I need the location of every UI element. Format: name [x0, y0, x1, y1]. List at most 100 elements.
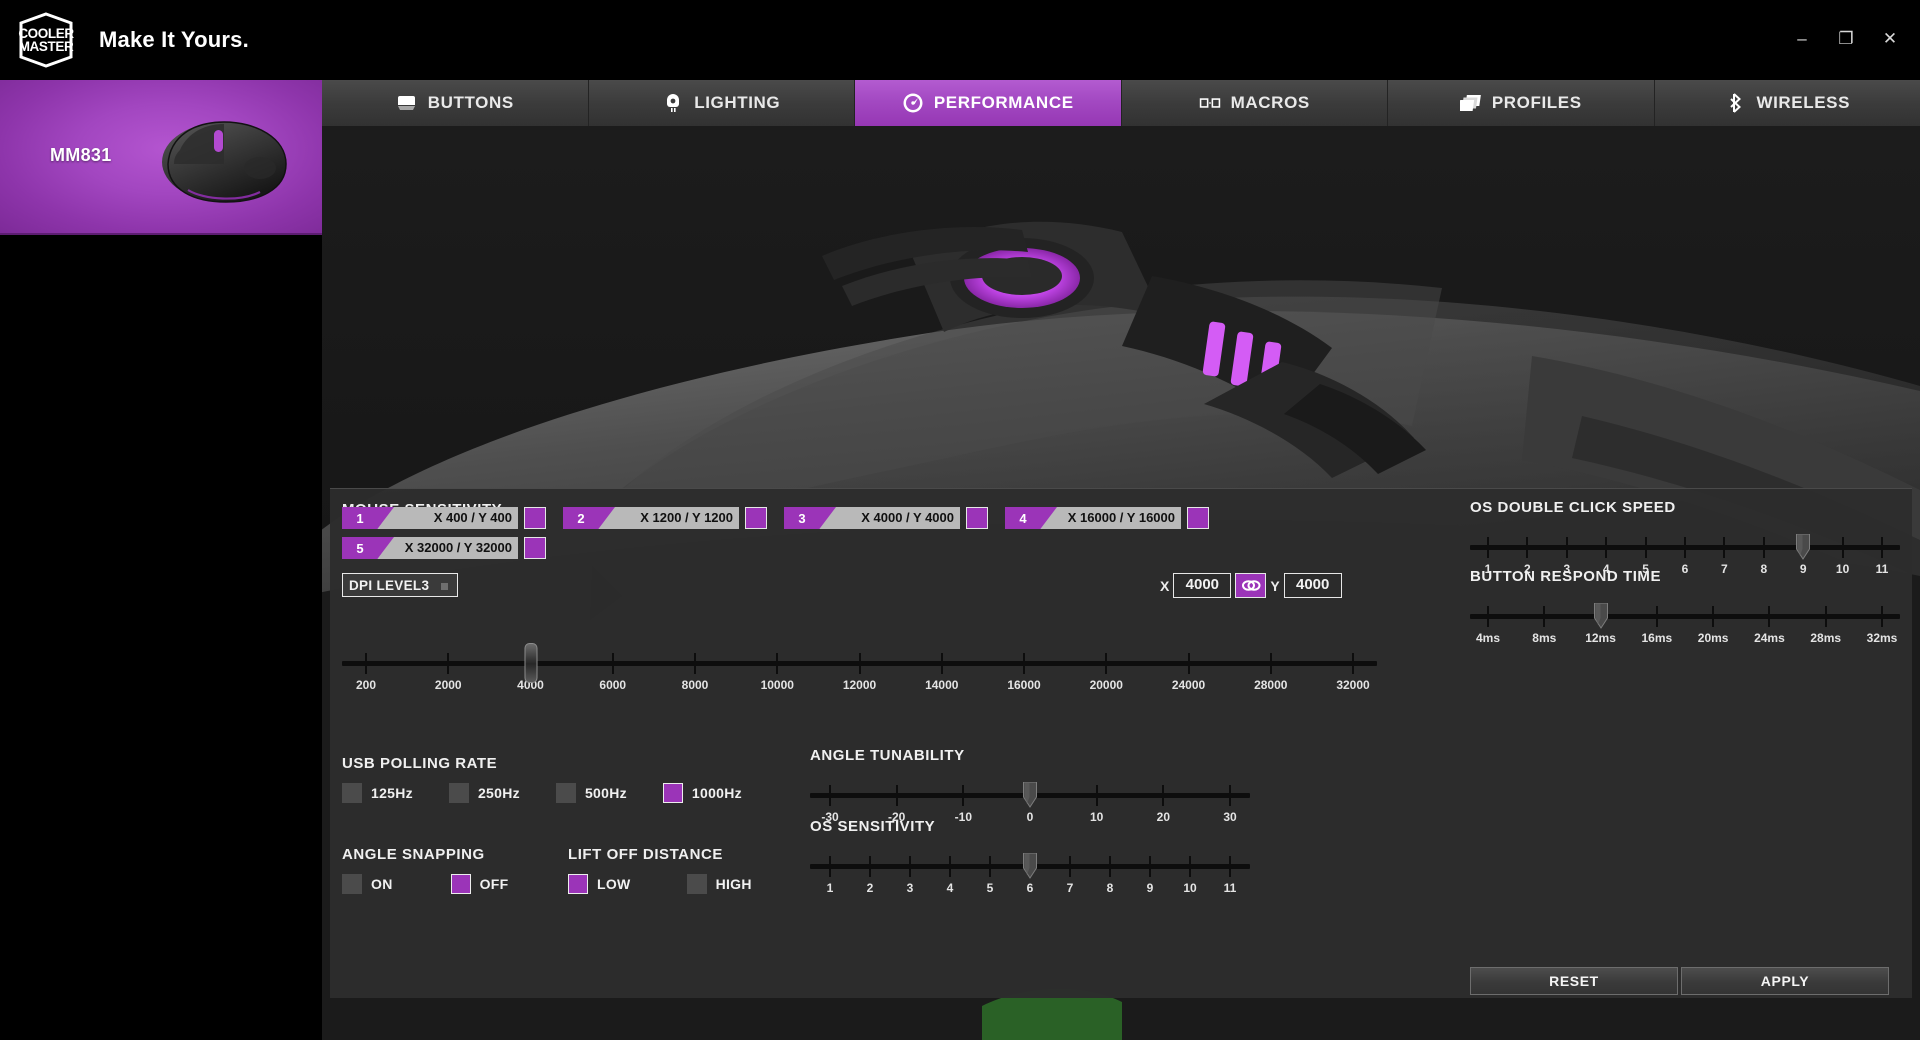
dpi-level-3-color-swatch[interactable] [966, 507, 988, 529]
dpi-slider-tick [1352, 653, 1354, 674]
performance-settings-panel: MOUSE SENSITIVITY 1 X 400 / Y 400 [330, 488, 1912, 998]
tab-buttons[interactable]: BUTTONS [322, 80, 589, 126]
apply-button[interactable]: APPLY [1681, 967, 1889, 995]
ossens-slider-tick-label: 8 [1107, 881, 1114, 895]
polling-rate-1000hz[interactable]: 1000Hz [663, 783, 742, 803]
polling-rate-250hz[interactable]: 250Hz [449, 783, 520, 803]
dpi-level-5-value: X 32000 / Y 32000 [405, 537, 512, 559]
brt-slider-thumb[interactable] [1593, 603, 1608, 629]
angle-snapping-on-checkbox[interactable] [342, 874, 362, 894]
dpi-level-5[interactable]: 5 X 32000 / Y 32000 [342, 537, 546, 559]
brt-slider-tick [1768, 606, 1770, 627]
y-dpi-input[interactable]: 4000 [1284, 573, 1342, 598]
speedometer-icon [902, 92, 924, 114]
dbl-slider-tick [1526, 537, 1528, 558]
dpi-slider[interactable]: 2002000400060008000100001200014000160002… [342, 639, 1377, 695]
dpi-level-1-color-swatch[interactable] [524, 507, 546, 529]
polling-rate-125hz-checkbox[interactable] [342, 783, 362, 803]
lift-off-high[interactable]: HIGH [687, 874, 752, 894]
angle-snapping-off-checkbox[interactable] [451, 874, 471, 894]
ossens-slider-thumb[interactable] [1023, 853, 1038, 879]
dpi-level-dropdown[interactable]: DPI LEVEL3 [342, 573, 458, 597]
dbl-slider-tick [1842, 537, 1844, 558]
dpi-slider-tick [365, 653, 367, 674]
sidebar-item-mm831[interactable]: MM831 [0, 80, 322, 235]
dbl-slider-tick [1645, 537, 1647, 558]
angle-slider-thumb[interactable] [1023, 782, 1038, 808]
brt-slider-tick [1881, 606, 1883, 627]
y-dpi-label: Y [1270, 578, 1279, 594]
dpi-level-5-color-swatch[interactable] [524, 537, 546, 559]
os-sensitivity-slider[interactable]: 1234567891011 [810, 842, 1250, 890]
lift-off-high-checkbox[interactable] [687, 874, 707, 894]
ossens-slider-tick [909, 856, 911, 877]
dpi-slider-tick-label: 2000 [435, 678, 462, 692]
tab-lighting[interactable]: LIGHTING [589, 80, 856, 126]
dpi-slider-tick-label: 20000 [1090, 678, 1123, 692]
dbl-slider-thumb[interactable] [1796, 534, 1811, 560]
dpi-slider-thumb[interactable] [524, 643, 537, 683]
sidebar: MM831 [0, 80, 322, 1040]
brt-slider-tick-label: 12ms [1585, 631, 1616, 645]
polling-rate-500hz-checkbox[interactable] [556, 783, 576, 803]
dpi-slider-tick-label: 28000 [1254, 678, 1287, 692]
reset-button[interactable]: RESET [1470, 967, 1678, 995]
dbl-slider-tick [1605, 537, 1607, 558]
ossens-slider-tick [989, 856, 991, 877]
brt-slider-track[interactable] [1470, 614, 1900, 619]
ossens-slider-tick-label: 11 [1224, 881, 1237, 895]
angle-slider-tick-label: 10 [1090, 810, 1103, 824]
dbl-slider-tick [1487, 537, 1489, 558]
dbl-slider-tick [1723, 537, 1725, 558]
dpi-level-4-color-swatch[interactable] [1187, 507, 1209, 529]
angle-tunability-slider[interactable]: -30-20-100102030 [810, 771, 1250, 819]
lift-off-low[interactable]: LOW [568, 874, 631, 894]
dpi-slider-tick-label: 16000 [1007, 678, 1040, 692]
ossens-slider-tick-label: 1 [827, 881, 834, 895]
angle-snapping-on[interactable]: ON [342, 874, 393, 894]
polling-rate-250hz-checkbox[interactable] [449, 783, 469, 803]
dpi-level-5-bar[interactable]: 5 X 32000 / Y 32000 [342, 537, 518, 559]
ossens-slider-tick-label: 7 [1067, 881, 1074, 895]
minimize-button[interactable]: – [1780, 22, 1824, 56]
os-double-click-speed-slider[interactable]: 1234567891011 [1470, 523, 1900, 571]
angle-slider-tick [1229, 785, 1231, 806]
polling-rate-125hz[interactable]: 125Hz [342, 783, 413, 803]
close-button[interactable]: ✕ [1868, 22, 1912, 56]
button-respond-time-slider[interactable]: 4ms8ms12ms16ms20ms24ms28ms32ms [1470, 592, 1900, 640]
dpi-slider-tick-label: 200 [356, 678, 376, 692]
polling-rate-500hz[interactable]: 500Hz [556, 783, 627, 803]
dpi-level-4-bar[interactable]: 4 X 16000 / Y 16000 [1005, 507, 1181, 529]
dpi-slider-tick-label: 24000 [1172, 678, 1205, 692]
dpi-level-2-color-swatch[interactable] [745, 507, 767, 529]
link-chain-icon[interactable] [1235, 573, 1266, 598]
tab-profiles[interactable]: PROFILES [1388, 80, 1655, 126]
polling-rate-1000hz-checkbox[interactable] [663, 783, 683, 803]
dpi-slider-tick-label: 12000 [843, 678, 876, 692]
maximize-button[interactable]: ❐ [1824, 22, 1868, 56]
dpi-level-1-bar[interactable]: 1 X 400 / Y 400 [342, 507, 518, 529]
dpi-level-1[interactable]: 1 X 400 / Y 400 [342, 507, 546, 529]
dpi-level-4[interactable]: 4 X 16000 / Y 16000 [1005, 507, 1209, 529]
angle-snapping-off-label: OFF [480, 876, 509, 892]
dpi-slider-tick-label: 10000 [761, 678, 794, 692]
dpi-level-2[interactable]: 2 X 1200 / Y 1200 [563, 507, 767, 529]
tab-performance[interactable]: PERFORMANCE [855, 80, 1122, 126]
dpi-level-3[interactable]: 3 X 4000 / Y 4000 [784, 507, 988, 529]
brt-slider-tick-label: 32ms [1867, 631, 1898, 645]
button-respond-time-title: BUTTON RESPOND TIME [1470, 568, 1661, 585]
dpi-slider-tick [1105, 653, 1107, 674]
lift-off-low-checkbox[interactable] [568, 874, 588, 894]
angle-snapping-on-label: ON [371, 876, 393, 892]
angle-slider-tick [1096, 785, 1098, 806]
usb-polling-rate-title: USB POLLING RATE [342, 755, 497, 772]
tab-profiles-label: PROFILES [1492, 93, 1582, 113]
dpi-level-3-bar[interactable]: 3 X 4000 / Y 4000 [784, 507, 960, 529]
dpi-slider-tick-label: 8000 [682, 678, 709, 692]
x-dpi-input[interactable]: 4000 [1173, 573, 1231, 598]
tab-wireless[interactable]: WIRELESS [1655, 80, 1920, 126]
dpi-level-2-bar[interactable]: 2 X 1200 / Y 1200 [563, 507, 739, 529]
dbl-slider-tick-label: 10 [1836, 562, 1849, 576]
tab-macros[interactable]: MACROS [1122, 80, 1389, 126]
angle-snapping-off[interactable]: OFF [451, 874, 509, 894]
